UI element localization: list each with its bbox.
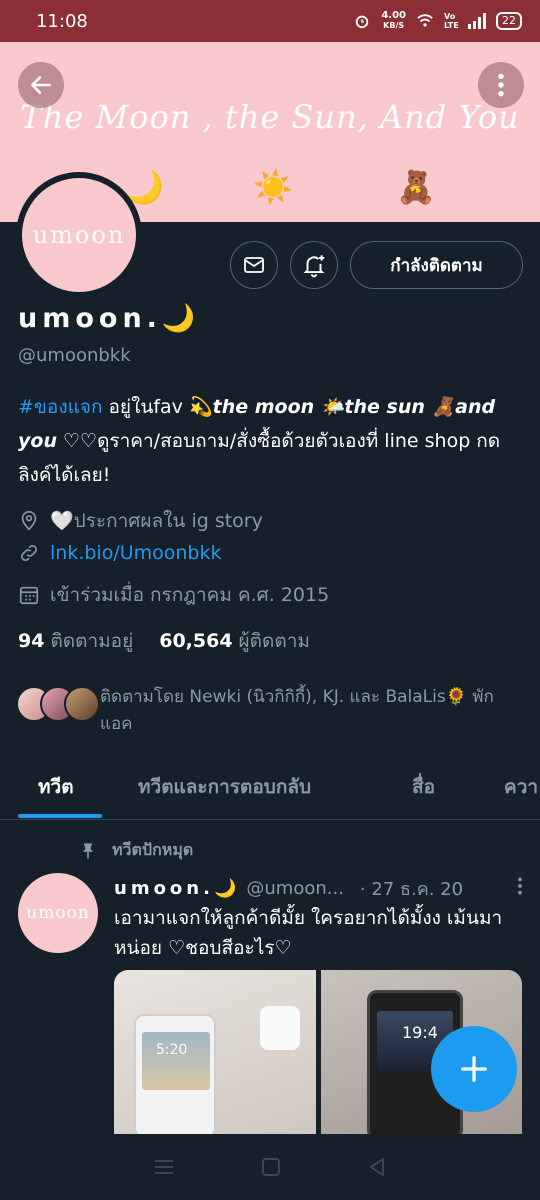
- mutual-followers-avatars[interactable]: [16, 686, 100, 722]
- tweet-text: เอามาแจกให้ลูกค้าดีมั้ย ใครอยากได้มั้งง …: [114, 907, 503, 959]
- location-pin-icon: [21, 511, 37, 531]
- mail-icon: [244, 257, 264, 273]
- profile-avatar[interactable]: umoon: [16, 172, 142, 298]
- message-button[interactable]: [230, 241, 278, 289]
- wifi-icon: [417, 14, 433, 27]
- phone-image: 5:20: [134, 1014, 216, 1134]
- joined-text: เข้าร่วมเมื่อ กรกฎาคม ค.ศ. 2015: [50, 584, 330, 606]
- more-options-button[interactable]: [478, 62, 524, 108]
- tweet-author-name[interactable]: umoon.🌙: [114, 878, 240, 899]
- profile-handle: @umoonbkk: [18, 345, 131, 366]
- website-row[interactable]: lnk.bio/Umoonbkk: [18, 542, 222, 564]
- tab-tweets[interactable]: ทวีต: [38, 772, 74, 802]
- home-square-icon[interactable]: [261, 1157, 281, 1177]
- phone-clock: 19:4: [402, 1023, 438, 1042]
- tweet-header: umoon.🌙 @umoon... · 27 ธ.ค. 20: [114, 874, 524, 903]
- tweet-more-button[interactable]: [516, 876, 524, 901]
- link-icon: [20, 544, 38, 562]
- calendar-icon: [19, 586, 39, 605]
- pinned-label: ทวีตปักหมุด: [112, 840, 194, 859]
- location-row: 🤍ประกาศผลใน ig story: [18, 506, 263, 536]
- teddy-emoji: 🧸: [396, 168, 436, 206]
- back-button[interactable]: [18, 62, 64, 108]
- system-nav-bar: [0, 1134, 540, 1200]
- bio-text-1: อยู่ในfav 💫: [102, 396, 213, 418]
- profile-name: umoon.🌙: [18, 303, 201, 334]
- plus-icon: [461, 1056, 487, 1082]
- signal-icon: [468, 13, 486, 29]
- status-icons: 4.00 KB/S Vo LTE 22: [353, 11, 522, 31]
- avatar-logo: umoon: [22, 178, 136, 292]
- followers-count-link[interactable]: 60,564 ผู้ติดตาม: [159, 626, 310, 656]
- tweet-date[interactable]: · 27 ธ.ค. 20: [360, 874, 463, 903]
- more-vertical-icon: [518, 877, 522, 895]
- banner-title: The Moon , the Sun, And You: [20, 98, 520, 136]
- tweet-media-image[interactable]: 5:20: [114, 970, 316, 1134]
- profile-tabs: ทวีต ทวีตและการตอบกลับ สื่อ ควา: [0, 752, 540, 820]
- bell-plus-icon: [303, 255, 325, 278]
- tab-tweets-and-replies[interactable]: ทวีตและการตอบกลับ: [138, 772, 311, 802]
- profile-bio: #ของแจก อยู่ในfav 💫the moon 🌤️the sun 🧸a…: [18, 390, 528, 492]
- alarm-icon: [356, 15, 369, 29]
- location-text: 🤍ประกาศผลใน ig story: [50, 510, 263, 532]
- arrow-left-icon: [31, 76, 51, 94]
- recents-menu-icon[interactable]: [153, 1158, 175, 1176]
- back-triangle-icon[interactable]: [367, 1157, 387, 1177]
- website-link[interactable]: lnk.bio/Umoonbkk: [50, 542, 222, 564]
- tab-media[interactable]: สื่อ: [412, 772, 435, 802]
- bio-hashtag-link[interactable]: #ของแจก: [18, 396, 102, 418]
- follow-counts: 94 ติดตามอยู่ 60,564 ผู้ติดตาม: [18, 626, 310, 656]
- compose-tweet-button[interactable]: [431, 1026, 517, 1112]
- status-bar: 11:08 4.00 KB/S Vo LTE 22: [0, 0, 540, 42]
- airpods-case-image: [260, 1006, 300, 1050]
- more-vertical-icon: [498, 73, 504, 97]
- pin-icon: [83, 843, 93, 858]
- following-button[interactable]: กำลังติดตาม: [350, 241, 523, 289]
- notifications-button[interactable]: [290, 241, 338, 289]
- tweet-author-handle[interactable]: @umoon...: [246, 878, 344, 899]
- bio-text-2: ♡♡ดูราคา/สอบถาม/สั่งซื้อด้วยตัวเองที่ li…: [18, 430, 501, 486]
- status-time: 11:08: [36, 10, 88, 32]
- tab-likes[interactable]: ควา: [504, 772, 538, 802]
- phone-clock: 5:20: [156, 1042, 188, 1058]
- active-tab-indicator: [18, 814, 102, 818]
- followed-by-text[interactable]: ติดตามโดย Newki (นิวกิกิกี้), KJ. และ Ba…: [100, 684, 520, 738]
- joined-row: เข้าร่วมเมื่อ กรกฎาคม ค.ศ. 2015: [18, 580, 329, 610]
- tweet-avatar[interactable]: umoon: [18, 873, 98, 953]
- mutual-avatar: [64, 686, 100, 722]
- network-speed: 4.00 KB/S: [381, 10, 406, 31]
- sun-emoji: ☀️: [253, 168, 293, 206]
- volte-label: Vo LTE: [444, 12, 459, 30]
- following-count-link[interactable]: 94 ติดตามอยู่: [18, 626, 133, 656]
- pinned-label-row: ทวีตปักหมุด: [78, 838, 193, 863]
- battery-icon: 22: [496, 12, 522, 30]
